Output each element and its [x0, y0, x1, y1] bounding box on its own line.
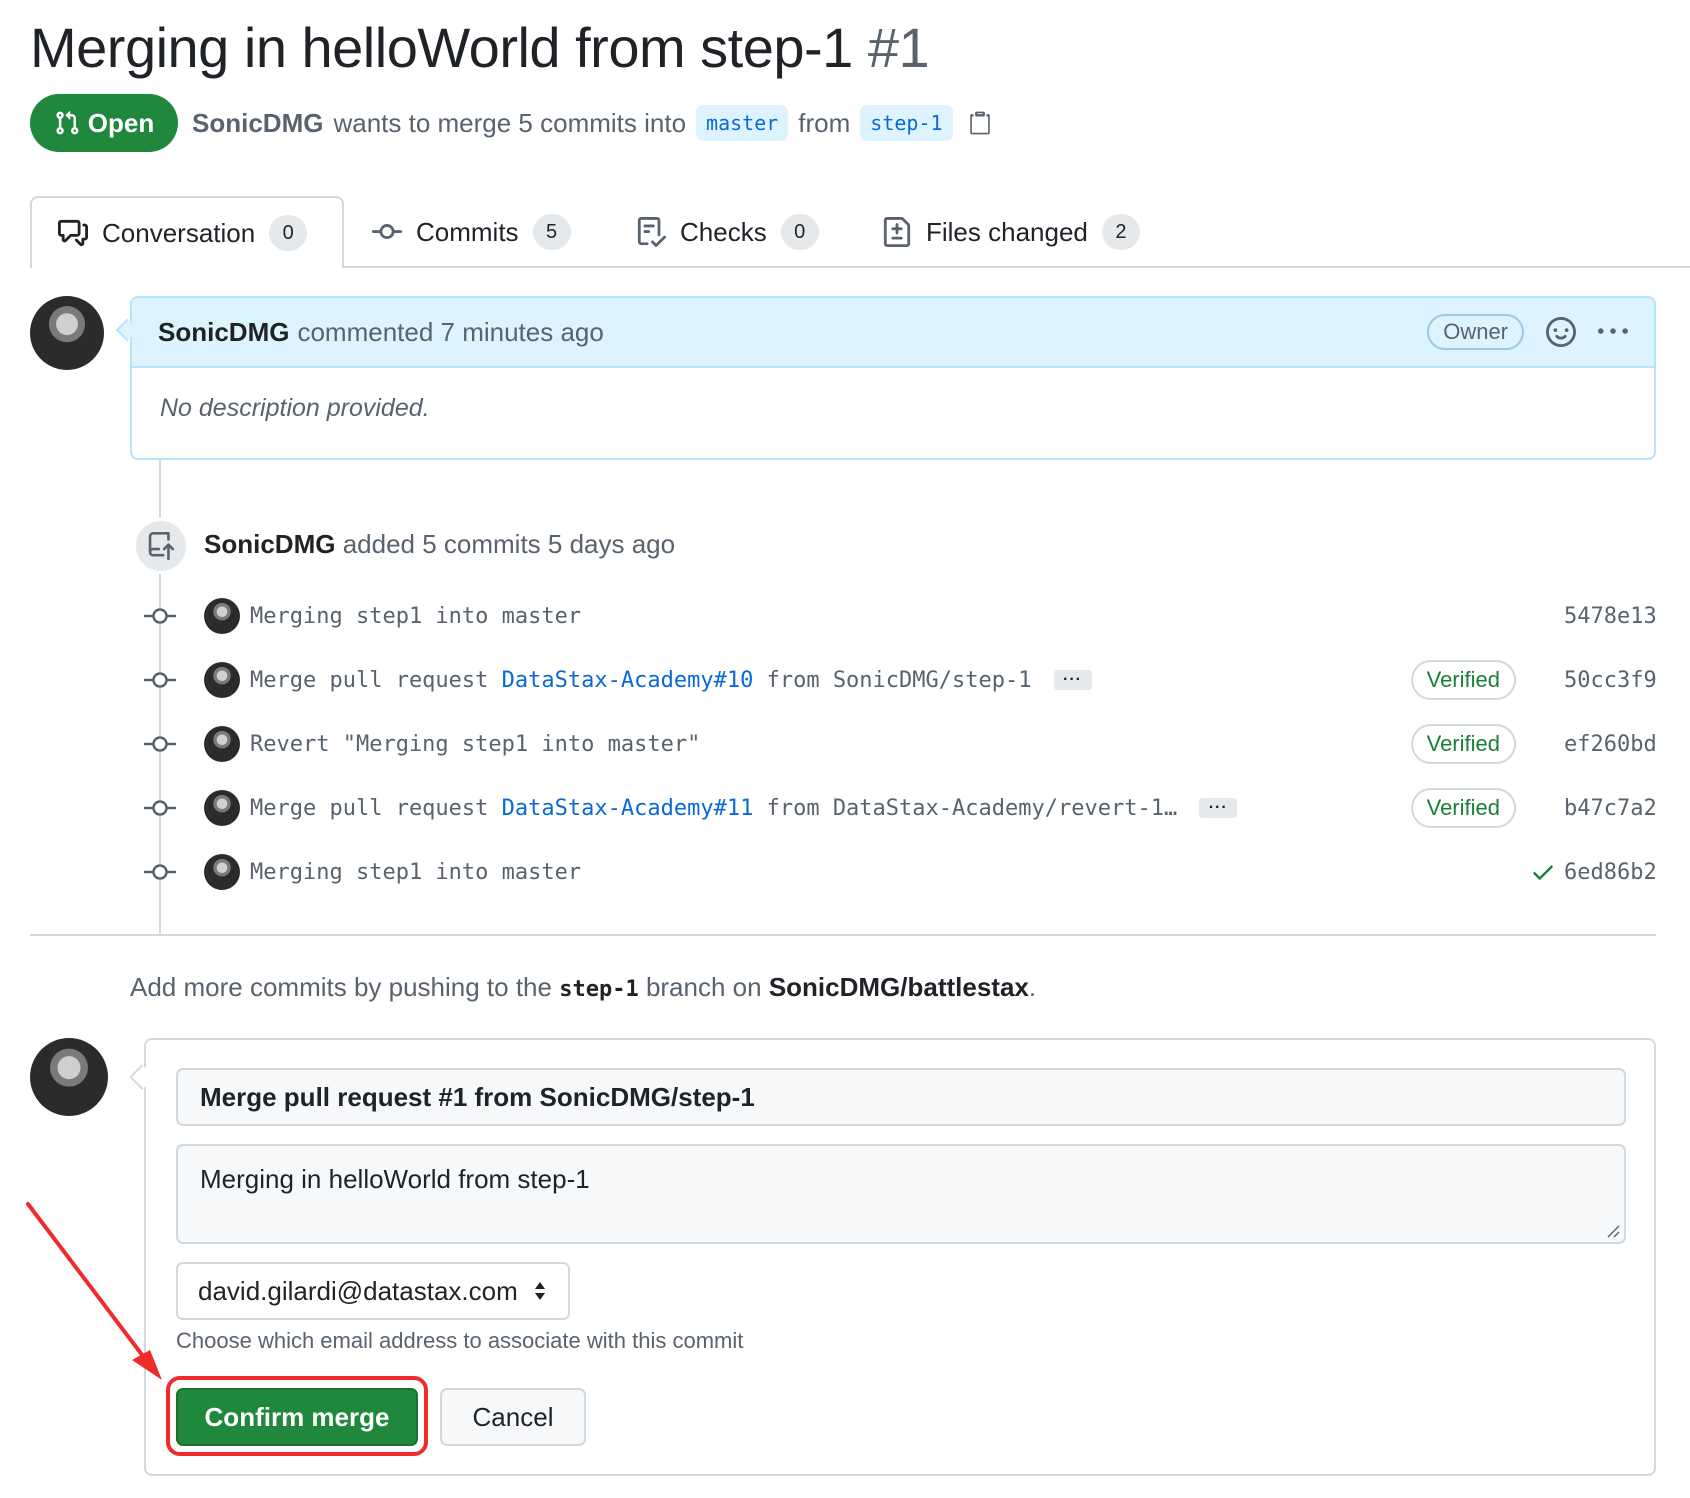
comment-author[interactable]: SonicDMG: [158, 317, 289, 348]
commit-sha[interactable]: 50cc3f9: [1564, 668, 1657, 693]
tab-commits[interactable]: Commits 5: [372, 196, 571, 268]
expand-button[interactable]: ···: [1053, 670, 1092, 690]
tab-counter: 5: [532, 214, 571, 250]
verified-badge[interactable]: Verified: [1410, 660, 1516, 700]
avatar[interactable]: [30, 1038, 108, 1116]
tab-files-changed[interactable]: Files changed 2: [882, 196, 1140, 268]
head-branch[interactable]: step-1: [860, 105, 953, 141]
cancel-button[interactable]: Cancel: [440, 1388, 586, 1446]
owner-badge: Owner: [1427, 314, 1524, 350]
list-item: Merge pull request DataStax-Academy#10 f…: [142, 658, 1657, 702]
annotation-arrow-icon: [26, 1202, 162, 1380]
verified-badge[interactable]: Verified: [1410, 724, 1516, 764]
tab-counter: 0: [780, 214, 819, 250]
list-item: Revert "Merging step1 into master" Verif…: [142, 722, 1657, 766]
email-select-value: david.gilardi@datastax.com: [198, 1275, 518, 1306]
commit-message[interactable]: Merge pull request DataStax-Academy#10 f…: [250, 668, 1032, 693]
repo-push-icon: [133, 518, 189, 574]
tab-label: Conversation: [102, 217, 256, 248]
comment-body: No description provided.: [160, 394, 430, 422]
comment-box: SonicDMG commented 7 minutes ago Owner N…: [130, 296, 1656, 460]
commit-sha[interactable]: ef260bd: [1564, 732, 1657, 757]
commit-sha[interactable]: b47c7a2: [1564, 796, 1657, 821]
tab-label: Files changed: [926, 216, 1088, 247]
push-meta: added 5 commits 5 days ago: [342, 529, 676, 559]
pr-meta-from: from: [798, 107, 851, 138]
hint-repo-link[interactable]: SonicDMG/battlestax: [769, 972, 1029, 1002]
pr-number: #1: [867, 16, 930, 79]
git-commit-icon: [372, 224, 402, 240]
commit-sha[interactable]: 6ed86b2: [1564, 860, 1657, 885]
pr-title: Merging in helloWorld from step-1: [30, 16, 853, 79]
email-select[interactable]: david.gilardi@datastax.com: [176, 1262, 570, 1320]
verified-badge[interactable]: Verified: [1410, 788, 1516, 828]
comment-discussion-icon: [58, 219, 88, 247]
divider: [30, 934, 1656, 936]
resize-handle-icon[interactable]: [1606, 1224, 1620, 1238]
push-author[interactable]: SonicDMG: [204, 529, 335, 559]
tab-conversation[interactable]: Conversation 0: [30, 196, 344, 268]
avatar[interactable]: [204, 854, 240, 890]
push-event-text: SonicDMG added 5 commits 5 days ago: [204, 524, 675, 564]
push-hint: Add more commits by pushing to the step-…: [130, 972, 1037, 1002]
comment-header: SonicDMG commented 7 minutes ago Owner: [132, 298, 1654, 368]
file-diff-icon: [883, 217, 911, 247]
tab-label: Checks: [680, 216, 767, 247]
avatar[interactable]: [30, 296, 104, 370]
pr-link[interactable]: DataStax-Academy#10: [502, 668, 754, 693]
avatar[interactable]: [204, 662, 240, 698]
commit-body-textarea[interactable]: Merging in helloWorld from step-1: [176, 1144, 1626, 1244]
comment-meta: commented 7 minutes ago: [297, 316, 604, 347]
hint-branch: step-1: [559, 977, 639, 1002]
tab-label: Commits: [416, 216, 519, 247]
select-arrows-icon: [535, 1282, 545, 1300]
commit-message[interactable]: Revert "Merging step1 into master": [250, 732, 700, 757]
git-commit-icon: [144, 800, 176, 816]
kebab-horizontal-icon[interactable]: [1598, 317, 1628, 347]
git-commit-icon: [144, 672, 176, 688]
tab-checks[interactable]: Checks 0: [636, 196, 819, 268]
base-branch[interactable]: master: [696, 105, 789, 141]
list-item: Merging step1 into master 6ed86b2: [142, 850, 1657, 894]
pr-link[interactable]: DataStax-Academy#11: [502, 796, 754, 821]
expand-button[interactable]: ···: [1199, 798, 1238, 818]
commit-sha[interactable]: 5478e13: [1564, 604, 1657, 629]
commit-message[interactable]: Merge pull request DataStax-Academy#11 f…: [250, 796, 1177, 821]
check-icon[interactable]: [1530, 859, 1556, 885]
tab-counter: 0: [269, 215, 308, 251]
commit-title-input[interactable]: Merge pull request #1 from SonicDMG/step…: [176, 1068, 1626, 1126]
list-item: Merging step1 into master 5478e13: [142, 594, 1657, 638]
git-pull-request-icon: [56, 110, 79, 135]
commit-message[interactable]: Merging step1 into master: [250, 860, 581, 885]
email-note: Choose which email address to associate …: [176, 1328, 744, 1353]
status-label: Open: [87, 107, 155, 138]
pr-author-link[interactable]: SonicDMG: [192, 108, 323, 139]
pr-meta-text: wants to merge 5 commits into: [333, 107, 687, 138]
checklist-icon: [637, 217, 666, 247]
status-badge: Open: [30, 94, 178, 152]
tab-counter: 2: [1101, 214, 1140, 250]
page-title: Merging in helloWorld from step-1 #1: [30, 8, 930, 88]
git-commit-icon: [144, 608, 176, 624]
pr-meta: SonicDMG wants to merge 5 commits into m…: [192, 100, 993, 146]
avatar[interactable]: [204, 790, 240, 826]
copy-icon[interactable]: [967, 109, 993, 137]
avatar[interactable]: [204, 726, 240, 762]
avatar[interactable]: [204, 598, 240, 634]
git-commit-icon: [144, 736, 176, 752]
list-item: Merge pull request DataStax-Academy#11 f…: [142, 786, 1657, 830]
smiley-icon[interactable]: [1546, 317, 1576, 347]
highlight-annotation: [166, 1376, 428, 1456]
git-commit-icon: [144, 864, 176, 880]
commit-message[interactable]: Merging step1 into master: [250, 604, 581, 629]
